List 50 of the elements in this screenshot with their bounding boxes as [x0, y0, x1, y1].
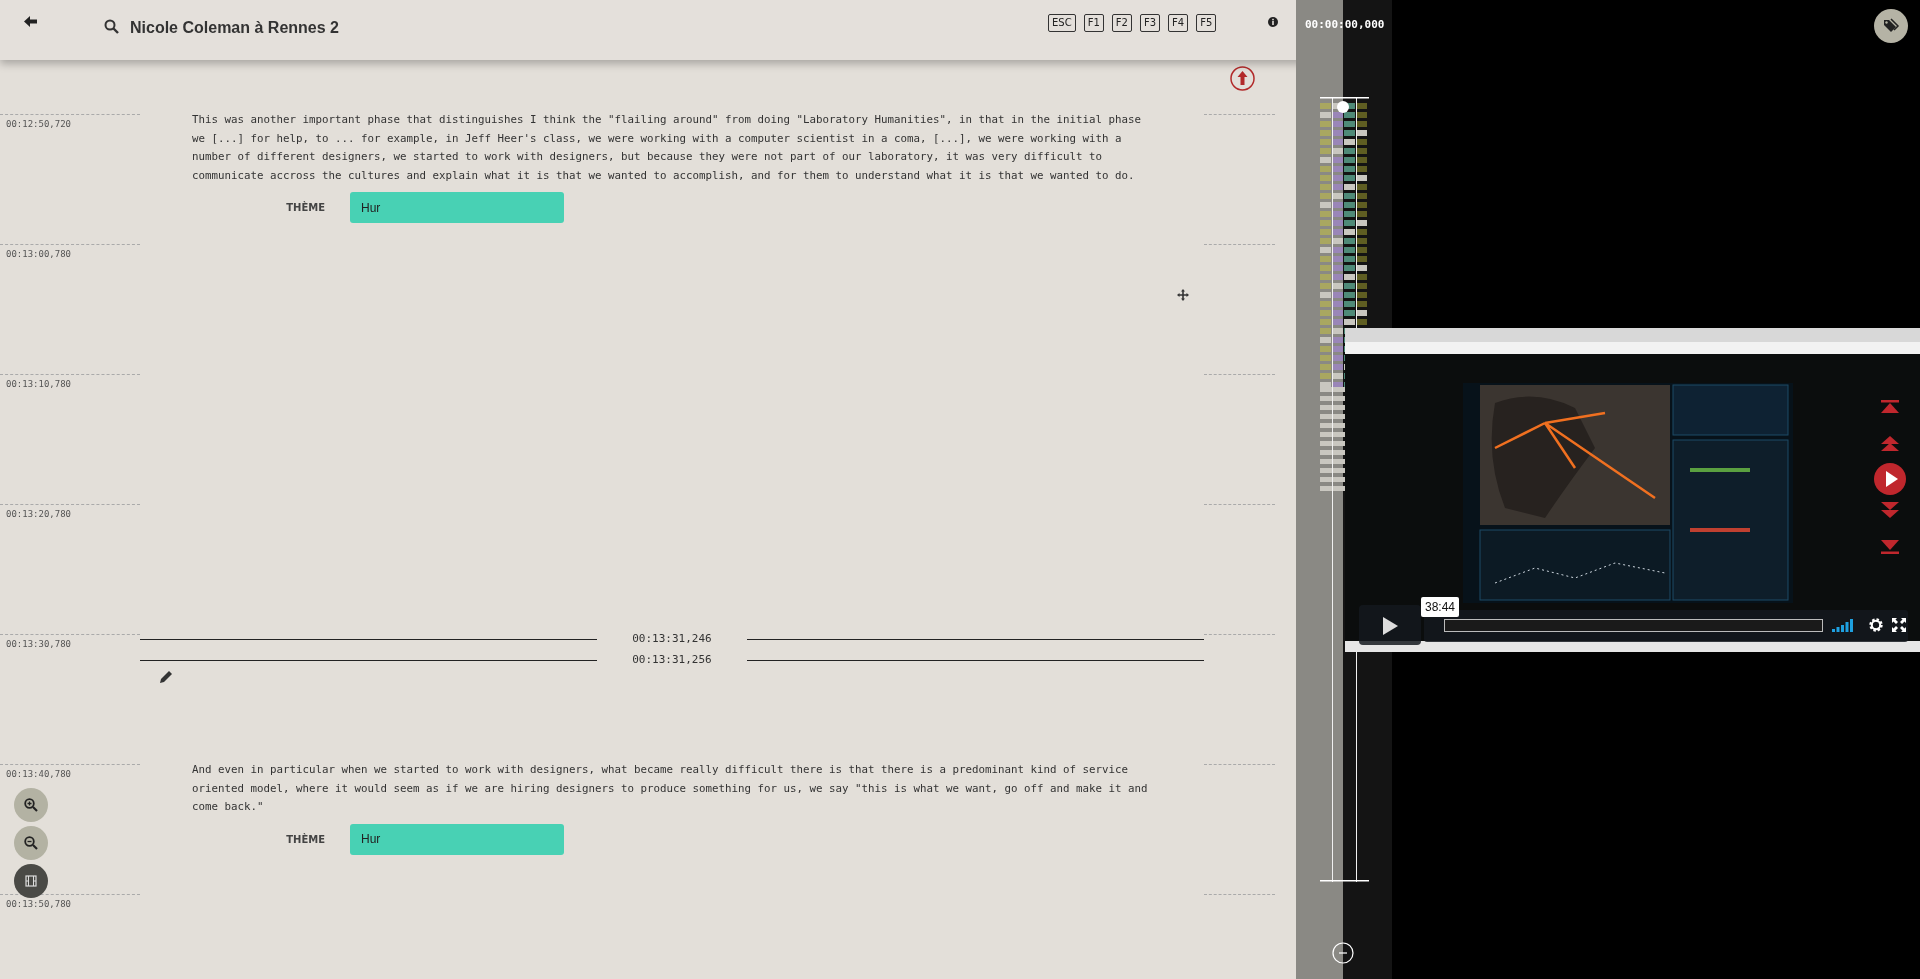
zoom-out-button[interactable] — [14, 826, 48, 860]
film-button[interactable] — [14, 864, 48, 898]
time-label: 00:13:50,780 — [6, 898, 72, 911]
jump-to-end-button[interactable] — [1881, 540, 1899, 554]
move-icon[interactable] — [1177, 289, 1189, 301]
zoom-in-button[interactable] — [14, 788, 48, 822]
transcript-text: And even in particular when we started to work with designers, what became really difficult there is that there is a predominant kind of service oriented model, where it would seem as if we are hiring designers to produce something for us, we say "this is what we want, go off and make it and come back." — [192, 762, 1149, 815]
settings-icon[interactable] — [1868, 617, 1884, 633]
tag-button[interactable] — [1874, 9, 1908, 43]
shortcut-key[interactable]: ESC — [1048, 14, 1076, 32]
volume-icon[interactable] — [1832, 619, 1854, 632]
search-icon[interactable] — [104, 19, 119, 34]
info-icon[interactable] — [1268, 17, 1278, 27]
time-label: 00:13:30,780 — [6, 638, 72, 651]
progress-bar[interactable] — [1444, 619, 1823, 632]
shortcut-key[interactable]: F3 — [1139, 14, 1161, 32]
theme-label: THÈME — [285, 832, 326, 847]
time-label: 00:13:10,780 — [6, 378, 72, 391]
transcript-text: This was another important phase that distinguishes I think the "flailing around" from doing "Laboratory Humanities", in that in the initial phase we [...] for help, to ... for example, in Jeff Heer's class, we were working with a computer scientist in a coma, [...], we were working with a number of different designers, we started to work with designers, but because they were not part of our laboratory, it was very difficult to communicate accross the cultures and explain what it is that we wanted to accomplish, and for them to understand what it is that we wanted to do. — [192, 112, 1143, 184]
cut-timecode: 00:13:31,246 — [631, 631, 713, 648]
time-tooltip: 38:44 — [1421, 597, 1460, 617]
fullscreen-icon[interactable] — [1892, 618, 1906, 632]
document-title: Nicole Coleman à Rennes 2 — [130, 18, 339, 38]
play-circle-button[interactable] — [1874, 463, 1906, 495]
theme-label: THÈME — [285, 200, 326, 215]
pencil-icon[interactable] — [160, 670, 173, 683]
playhead-handle[interactable] — [1337, 101, 1349, 113]
theme-field[interactable]: Hur — [350, 823, 564, 855]
time-label: 00:12:50,720 — [6, 118, 72, 131]
zoom-in-icon — [24, 798, 38, 812]
zoom-out-icon — [24, 836, 38, 850]
shortcut-key[interactable]: F5 — [1196, 14, 1217, 32]
step-forward-button[interactable] — [1881, 502, 1899, 518]
time-label: 00:13:00,780 — [6, 248, 72, 261]
scroll-up-button[interactable] — [1230, 66, 1255, 91]
collapse-button[interactable] — [1332, 942, 1354, 964]
theme-field[interactable]: Hur — [350, 192, 564, 223]
back-arrow-icon[interactable] — [24, 16, 37, 27]
jump-to-start-button[interactable] — [1881, 400, 1899, 414]
play-button[interactable] — [1359, 605, 1421, 645]
timecode: 00:00:00,000 — [1305, 17, 1385, 33]
step-back-button[interactable] — [1881, 436, 1899, 452]
play-icon — [1381, 615, 1399, 636]
shortcut-key[interactable]: F1 — [1083, 14, 1104, 32]
shortcut-key[interactable]: F2 — [1111, 14, 1132, 32]
time-label: 00:13:40,780 — [6, 768, 72, 781]
shortcut-key[interactable]: F4 — [1168, 14, 1189, 32]
cut-timecode: 00:13:31,256 — [631, 652, 713, 669]
film-icon — [25, 875, 37, 887]
time-label: 00:13:20,780 — [6, 508, 72, 521]
